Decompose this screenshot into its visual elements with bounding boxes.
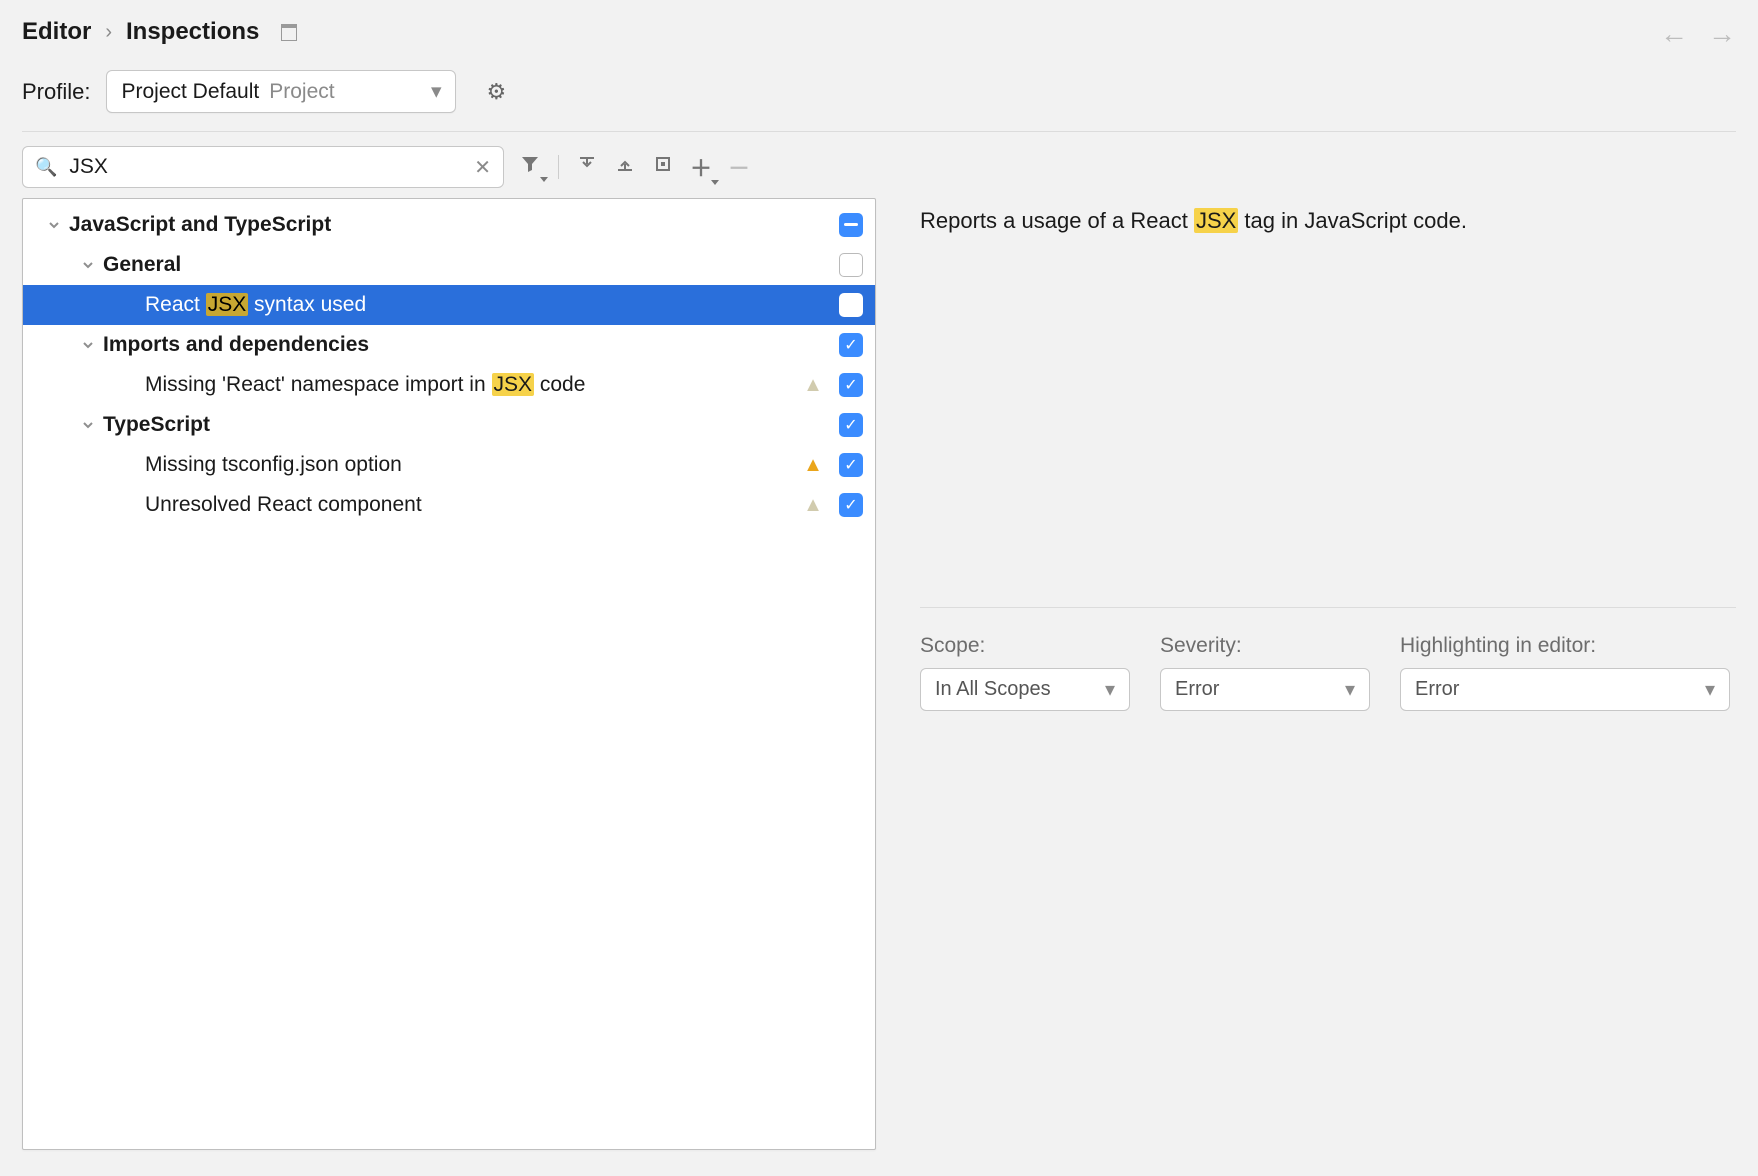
tree-item-checkbox[interactable]: ✓ bbox=[839, 373, 863, 397]
tree-item-label: React JSX syntax used bbox=[145, 293, 801, 317]
warning-icon: ▲ bbox=[801, 494, 825, 517]
tree-root-checkbox[interactable] bbox=[839, 213, 863, 237]
collapse-all-icon[interactable] bbox=[613, 154, 637, 180]
divider bbox=[920, 607, 1736, 608]
breadcrumb: Editor › Inspections bbox=[22, 18, 1736, 46]
gear-icon[interactable]: ⚙ bbox=[486, 79, 506, 105]
search-input-wrapper[interactable]: 🔍 ✕ bbox=[22, 146, 504, 188]
forward-arrow-icon[interactable]: → bbox=[1708, 18, 1736, 50]
tree-item[interactable]: Missing tsconfig.json option ▲ ✓ bbox=[23, 445, 875, 485]
tree-item[interactable]: Unresolved React component ▲ ✓ bbox=[23, 485, 875, 525]
tree-group[interactable]: TypeScript ✓ bbox=[23, 405, 875, 445]
inspection-description: Reports a usage of a React JSX tag in Ja… bbox=[920, 206, 1736, 237]
reset-icon[interactable] bbox=[651, 154, 675, 180]
warning-icon: ▲ bbox=[801, 454, 825, 477]
profile-suffix: Project bbox=[269, 80, 334, 104]
divider bbox=[22, 131, 1736, 132]
highlighting-value: Error bbox=[1415, 678, 1459, 701]
tree-item[interactable]: Missing 'React' namespace import in JSX … bbox=[23, 365, 875, 405]
chevron-down-icon[interactable] bbox=[45, 216, 63, 234]
expand-all-icon[interactable] bbox=[575, 154, 599, 180]
clear-icon[interactable]: ✕ bbox=[474, 155, 491, 180]
filter-icon[interactable] bbox=[518, 154, 542, 180]
tree-root-label: JavaScript and TypeScript bbox=[69, 213, 839, 237]
warning-icon: ▲ bbox=[801, 374, 825, 397]
severity-dropdown[interactable]: Error ▾ bbox=[1160, 668, 1370, 711]
scope-dropdown[interactable]: In All Scopes ▾ bbox=[920, 668, 1130, 711]
chevron-down-icon[interactable] bbox=[79, 336, 97, 354]
window-restore-icon[interactable] bbox=[281, 24, 297, 41]
tree-item-checkbox[interactable]: ✓ bbox=[839, 493, 863, 517]
tree-group[interactable]: General bbox=[23, 245, 875, 285]
highlighting-dropdown[interactable]: Error ▾ bbox=[1400, 668, 1730, 711]
chevron-down-icon[interactable] bbox=[79, 256, 97, 274]
tree-root[interactable]: JavaScript and TypeScript bbox=[23, 205, 875, 245]
tree-item-label: Missing tsconfig.json option bbox=[145, 453, 801, 477]
tree-item-checkbox[interactable]: ✓ bbox=[839, 453, 863, 477]
chevron-down-icon[interactable] bbox=[79, 416, 97, 434]
tree-item[interactable]: React JSX syntax used bbox=[23, 285, 875, 325]
highlighting-label: Highlighting in editor: bbox=[1400, 634, 1730, 658]
chevron-right-icon: › bbox=[105, 21, 112, 44]
back-arrow-icon[interactable]: ← bbox=[1660, 18, 1688, 50]
scope-value: In All Scopes bbox=[935, 678, 1051, 701]
chevron-down-icon: ▾ bbox=[1705, 677, 1715, 702]
breadcrumb-current: Inspections bbox=[126, 18, 259, 46]
add-icon[interactable]: ＋ bbox=[689, 151, 713, 183]
inspections-tree[interactable]: JavaScript and TypeScript General React … bbox=[22, 198, 876, 1150]
tree-group-label: TypeScript bbox=[103, 413, 839, 437]
search-icon: 🔍 bbox=[35, 157, 57, 178]
chevron-down-icon: ▾ bbox=[1105, 677, 1115, 702]
scope-label: Scope: bbox=[920, 634, 1130, 658]
search-input[interactable] bbox=[67, 154, 464, 180]
breadcrumb-parent[interactable]: Editor bbox=[22, 18, 91, 46]
tree-group-checkbox[interactable] bbox=[839, 253, 863, 277]
separator bbox=[558, 155, 559, 179]
remove-icon[interactable]: － bbox=[727, 151, 751, 183]
tree-group-label: General bbox=[103, 253, 839, 277]
tree-group[interactable]: Imports and dependencies ✓ bbox=[23, 325, 875, 365]
tree-group-label: Imports and dependencies bbox=[103, 333, 839, 357]
tree-group-checkbox[interactable]: ✓ bbox=[839, 413, 863, 437]
tree-item-label: Unresolved React component bbox=[145, 493, 801, 517]
chevron-down-icon: ▾ bbox=[431, 79, 442, 104]
tree-group-checkbox[interactable]: ✓ bbox=[839, 333, 863, 357]
tree-item-checkbox[interactable] bbox=[839, 293, 863, 317]
tree-item-label: Missing 'React' namespace import in JSX … bbox=[145, 373, 801, 397]
profile-value: Project Default bbox=[121, 80, 259, 104]
chevron-down-icon: ▾ bbox=[1345, 677, 1355, 702]
profile-dropdown[interactable]: Project Default Project ▾ bbox=[106, 70, 456, 113]
severity-value: Error bbox=[1175, 678, 1219, 701]
severity-label: Severity: bbox=[1160, 634, 1370, 658]
profile-label: Profile: bbox=[22, 79, 90, 105]
